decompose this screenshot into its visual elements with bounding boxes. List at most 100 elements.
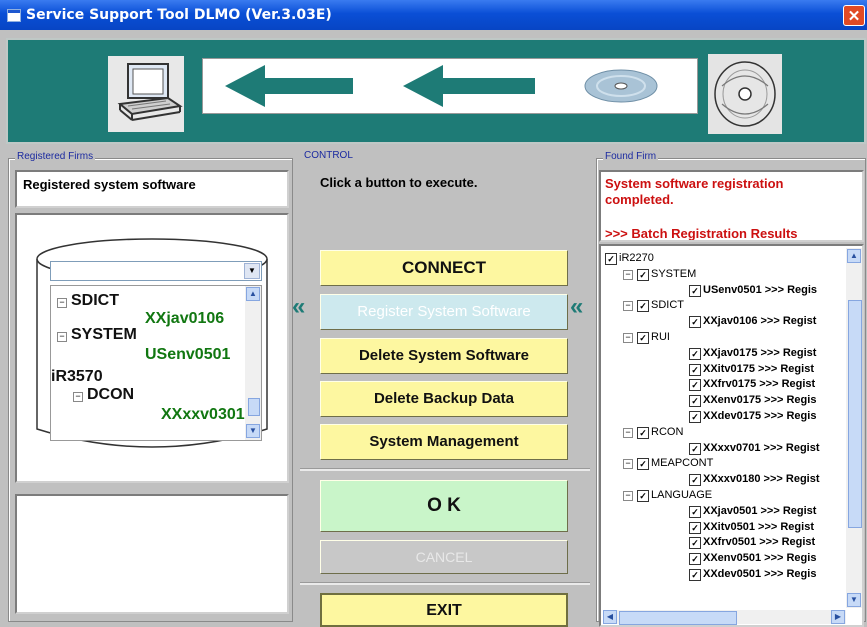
scroll-thumb[interactable] bbox=[619, 611, 737, 625]
registered-header-text: Registered system software bbox=[23, 177, 196, 192]
separator bbox=[300, 468, 590, 471]
collapse-icon[interactable]: − bbox=[73, 392, 83, 402]
checkbox[interactable]: ✓ bbox=[637, 332, 649, 344]
registered-tree-panel: ▼ − SDICT XXjav0106 − SYSTEM USenv0501 iR3… bbox=[15, 213, 289, 483]
checkbox[interactable]: ✓ bbox=[637, 458, 649, 471]
checkbox[interactable]: ✓ bbox=[689, 363, 701, 376]
tree-node[interactable]: − SYSTEM bbox=[57, 326, 137, 344]
found-tree-hscrollbar[interactable]: ◀ ▶ bbox=[603, 610, 846, 625]
tree-leaf[interactable]: ✓ XXxxv0701 >>> Regist bbox=[689, 440, 820, 456]
checkbox[interactable]: ✓ bbox=[689, 553, 701, 566]
checkbox[interactable]: ✓ bbox=[689, 379, 701, 392]
registered-header-box: Registered system software bbox=[15, 170, 289, 208]
tree-root[interactable]: iR3570 bbox=[51, 368, 103, 386]
checkbox[interactable]: ✓ bbox=[689, 537, 701, 550]
found-firm-label: Found Firm bbox=[603, 151, 659, 162]
tree-scrollbar[interactable]: ▲ ▼ bbox=[245, 286, 261, 440]
checkbox[interactable]: ✓ bbox=[689, 442, 701, 455]
collapse-icon[interactable]: − bbox=[623, 427, 633, 438]
status-line-2: completed. bbox=[605, 192, 674, 207]
delete-system-software-button[interactable]: Delete System Software bbox=[320, 338, 568, 374]
connect-button[interactable]: CONNECT bbox=[320, 250, 568, 286]
tree-node[interactable]: − ✓ MEAPCONT bbox=[623, 455, 713, 471]
collapse-icon[interactable]: − bbox=[623, 333, 633, 343]
cancel-button[interactable]: CANCEL bbox=[320, 540, 568, 574]
checkbox[interactable]: ✓ bbox=[689, 569, 701, 581]
exit-button[interactable]: EXIT bbox=[320, 593, 568, 627]
registered-tree: − SDICT XXjav0106 − SYSTEM USenv0501 iR357… bbox=[50, 285, 262, 441]
tree-leaf[interactable]: ✓ XXenv0175 >>> Regis bbox=[689, 392, 816, 408]
found-tree-scrollbar[interactable]: ▲ ▼ bbox=[846, 248, 862, 608]
tree-node[interactable]: − SDICT bbox=[57, 292, 119, 310]
tree-leaf[interactable]: ✓ XXjav0175 >>> Regist bbox=[689, 345, 816, 361]
tree-root[interactable]: ✓ iR2270 bbox=[605, 250, 654, 266]
tree-leaf[interactable]: ✓ XXdev0501 >>> Regis bbox=[689, 566, 816, 582]
tree-leaf[interactable]: ✓ XXjav0501 >>> Regist bbox=[689, 503, 816, 519]
collapse-icon[interactable]: − bbox=[57, 332, 67, 342]
tree-label: LANGUAGE bbox=[651, 489, 713, 501]
tree-label: XXitv0501 >>> Regist bbox=[703, 520, 814, 533]
tree-leaf[interactable]: ✓ XXxxv0180 >>> Regist bbox=[689, 471, 820, 487]
tree-node[interactable]: − ✓ RCON bbox=[623, 424, 683, 440]
scroll-down-icon[interactable]: ▼ bbox=[246, 424, 260, 438]
checkbox[interactable]: ✓ bbox=[689, 316, 701, 329]
scroll-right-icon[interactable]: ▶ bbox=[831, 610, 845, 624]
scroll-up-icon[interactable]: ▲ bbox=[246, 287, 260, 301]
checkbox[interactable]: ✓ bbox=[689, 521, 701, 534]
tree-node[interactable]: − ✓ SYSTEM bbox=[623, 266, 696, 282]
tree-leaf[interactable]: ✓ USenv0501 >>> Regis bbox=[689, 282, 817, 298]
collapse-icon[interactable]: − bbox=[623, 301, 633, 312]
tree-node[interactable]: − DCON bbox=[73, 386, 134, 404]
disc-icon bbox=[708, 54, 782, 134]
scroll-thumb[interactable] bbox=[248, 398, 260, 416]
checkbox[interactable]: ✓ bbox=[689, 474, 701, 487]
ok-button[interactable]: O K bbox=[320, 480, 568, 532]
register-system-software-button[interactable]: Register System Software bbox=[320, 294, 568, 330]
tree-leaf[interactable]: XXjav0106 bbox=[145, 310, 224, 328]
tree-node[interactable]: − ✓ SDICT bbox=[623, 297, 684, 313]
app-icon bbox=[7, 9, 21, 22]
left-double-chevron-icon: « bbox=[292, 293, 306, 320]
tree-node[interactable]: − ✓ LANGUAGE bbox=[623, 487, 712, 503]
scroll-left-icon[interactable]: ◀ bbox=[603, 610, 617, 624]
checkbox[interactable]: ✓ bbox=[689, 505, 701, 518]
collapse-icon[interactable]: − bbox=[623, 491, 633, 501]
tree-leaf[interactable]: ✓ XXfrv0175 >>> Regist bbox=[689, 376, 815, 392]
system-management-button[interactable]: System Management bbox=[320, 424, 568, 460]
scroll-up-icon[interactable]: ▲ bbox=[847, 249, 861, 263]
checkbox[interactable]: ✓ bbox=[637, 426, 649, 439]
checkbox[interactable]: ✓ bbox=[689, 395, 701, 408]
tree-leaf[interactable]: ✓ XXdev0175 >>> Regis bbox=[689, 408, 816, 424]
collapse-icon[interactable]: − bbox=[623, 269, 633, 280]
found-tree-panel: ✓ iR2270− ✓ SYSTEM ✓ USenv0501 >>> Regis − ✓ SDI… bbox=[599, 244, 864, 627]
delete-backup-data-button[interactable]: Delete Backup Data bbox=[320, 381, 568, 417]
batch-results-title: >>> Batch Registration Results bbox=[605, 226, 798, 241]
chevron-down-icon[interactable]: ▼ bbox=[244, 263, 260, 279]
tree-leaf[interactable]: ✓ XXjav0106 >>> Regist bbox=[689, 313, 816, 329]
checkbox[interactable]: ✓ bbox=[689, 284, 701, 297]
scroll-thumb[interactable] bbox=[848, 300, 862, 528]
tree-label: XXenv0175 >>> Regis bbox=[703, 394, 817, 407]
checkbox[interactable]: ✓ bbox=[637, 268, 649, 281]
checkbox[interactable]: ✓ bbox=[637, 300, 649, 313]
tree-node[interactable]: − ✓ RUI bbox=[623, 329, 670, 345]
collapse-icon[interactable]: − bbox=[57, 298, 67, 308]
collapse-icon[interactable]: − bbox=[623, 459, 633, 470]
scroll-down-icon[interactable]: ▼ bbox=[847, 593, 861, 607]
firm-select[interactable]: ▼ bbox=[50, 261, 262, 281]
tree-leaf[interactable]: ✓ XXfrv0501 >>> Regist bbox=[689, 534, 815, 550]
close-button[interactable]: ✕ bbox=[843, 5, 865, 26]
checkbox[interactable]: ✓ bbox=[605, 253, 617, 265]
checkbox[interactable]: ✓ bbox=[637, 490, 649, 502]
tree-leaf[interactable]: USenv0501 bbox=[145, 346, 230, 364]
tree-leaf[interactable]: XXxxv0301 bbox=[161, 406, 245, 424]
app-window: Service Support Tool DLMO (Ver.3.03E) ✕ bbox=[0, 0, 867, 627]
tree-label: MEAPCONT bbox=[651, 457, 714, 470]
checkbox[interactable]: ✓ bbox=[689, 411, 701, 423]
tree-leaf[interactable]: ✓ XXitv0175 >>> Regist bbox=[689, 361, 814, 377]
tree-label: XXjav0175 >>> Regist bbox=[703, 346, 817, 359]
title-bar[interactable]: Service Support Tool DLMO (Ver.3.03E) ✕ bbox=[0, 0, 867, 30]
tree-leaf[interactable]: ✓ XXenv0501 >>> Regis bbox=[689, 550, 816, 566]
tree-leaf[interactable]: ✓ XXitv0501 >>> Regist bbox=[689, 519, 814, 535]
checkbox[interactable]: ✓ bbox=[689, 347, 701, 360]
